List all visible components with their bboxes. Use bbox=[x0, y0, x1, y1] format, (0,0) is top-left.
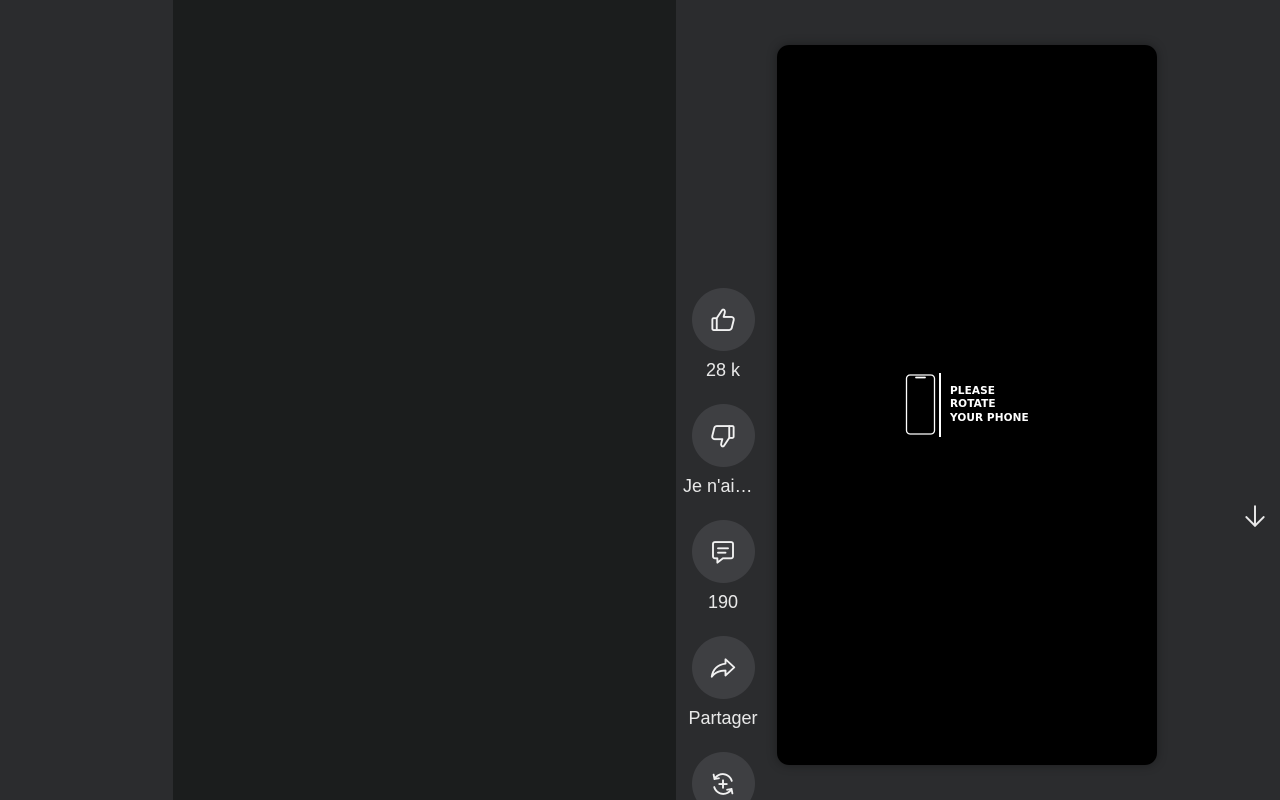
rotate-phone-notice: PLEASE ROTATE YOUR PHONE bbox=[905, 373, 1029, 437]
like-button[interactable] bbox=[691, 288, 755, 351]
share-label: Partager bbox=[688, 708, 758, 728]
arrow-down-icon bbox=[1245, 505, 1265, 527]
thumbs-up-icon bbox=[711, 308, 735, 331]
rotate-text-line: ROTATE bbox=[950, 398, 996, 411]
phone-icon bbox=[905, 374, 936, 435]
dislike-label: Je n'aim… bbox=[683, 476, 763, 496]
comment-count: 190 bbox=[707, 592, 739, 612]
side-panel bbox=[173, 0, 676, 800]
rotate-text: PLEASE ROTATE YOUR PHONE bbox=[950, 385, 1029, 426]
comment-icon bbox=[712, 540, 734, 564]
thumbs-down-icon bbox=[711, 424, 735, 447]
dislike-action: Je n'aim… bbox=[683, 404, 763, 496]
short-video-player[interactable]: PLEASE ROTATE YOUR PHONE bbox=[777, 45, 1157, 765]
share-action: Partager bbox=[683, 636, 763, 728]
next-video-button[interactable] bbox=[1239, 500, 1271, 532]
dislike-button[interactable] bbox=[691, 404, 755, 467]
comments-action: 190 bbox=[683, 520, 763, 612]
remix-icon bbox=[712, 772, 734, 795]
remix-action bbox=[683, 752, 763, 800]
shorts-page: PLEASE ROTATE YOUR PHONE 28 k Je n'aim… … bbox=[0, 0, 1280, 800]
remix-button[interactable] bbox=[691, 752, 755, 800]
share-button[interactable] bbox=[691, 636, 755, 699]
like-action: 28 k bbox=[683, 288, 763, 380]
comments-button[interactable] bbox=[691, 520, 755, 583]
rotate-divider bbox=[939, 373, 941, 437]
like-count: 28 k bbox=[705, 360, 741, 380]
rotate-text-line: YOUR PHONE bbox=[950, 411, 1029, 424]
share-icon bbox=[710, 657, 736, 678]
rotate-text-line: PLEASE bbox=[950, 384, 996, 397]
